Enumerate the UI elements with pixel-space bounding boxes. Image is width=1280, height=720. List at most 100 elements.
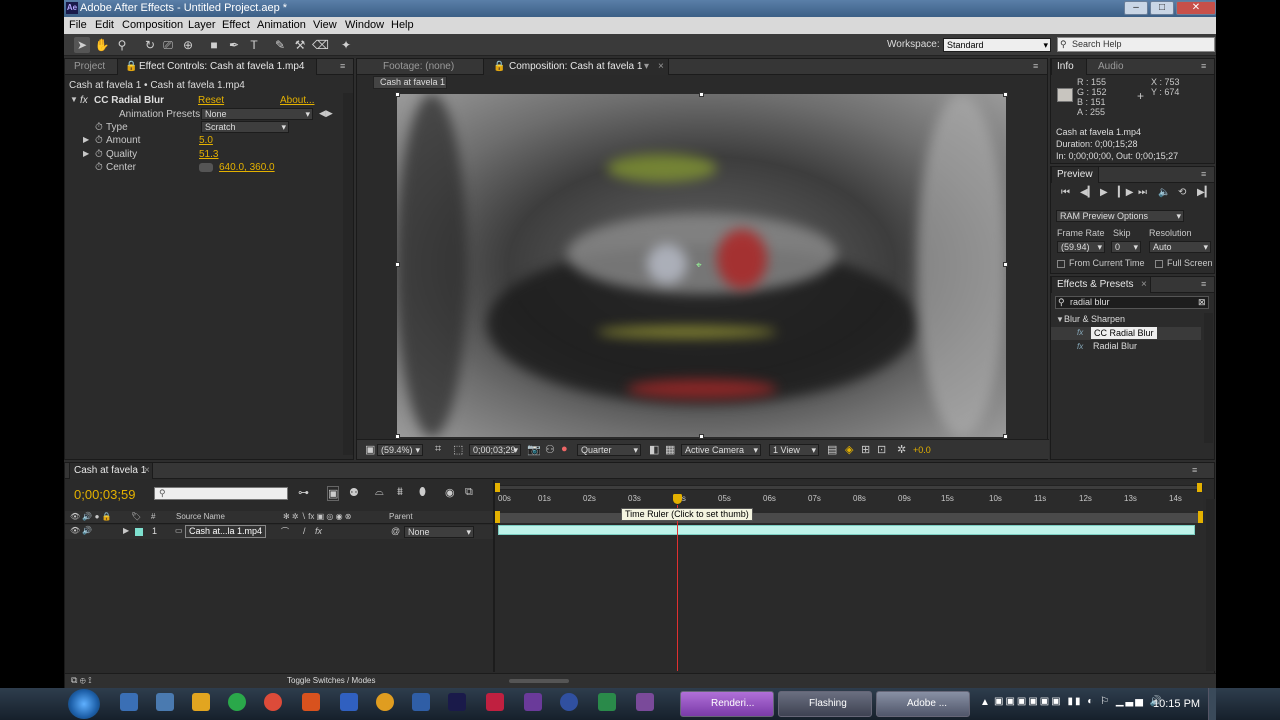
- app-icon[interactable]: [560, 693, 578, 711]
- quality-value[interactable]: 51.3: [199, 149, 218, 160]
- tab-audio[interactable]: Audio: [1098, 61, 1124, 72]
- panel-menu-icon[interactable]: ≡: [340, 61, 345, 71]
- minimize-button[interactable]: –: [1124, 1, 1148, 15]
- tab-composition[interactable]: Composition: Cash at favela 1: [509, 61, 642, 72]
- clear-search-icon[interactable]: ⊠: [1198, 297, 1206, 308]
- menu-file[interactable]: File: [69, 19, 87, 31]
- layer-handle[interactable]: [1003, 92, 1008, 97]
- category-blur-sharpen[interactable]: Blur & Sharpen: [1064, 314, 1125, 324]
- show-desktop-icon[interactable]: [120, 693, 138, 711]
- camera-tool-icon[interactable]: ⎚: [160, 37, 176, 53]
- close-tab-icon[interactable]: ×: [144, 465, 150, 476]
- layer-name[interactable]: Cash at...la 1.mp4: [185, 525, 267, 538]
- tab-info[interactable]: Info: [1057, 61, 1074, 72]
- frame-blending-icon[interactable]: ⌓: [375, 486, 384, 499]
- panel-menu-icon[interactable]: ≡: [1192, 465, 1197, 475]
- start-button[interactable]: [68, 689, 100, 719]
- current-time-display[interactable]: 0;00;03;29: [469, 444, 521, 456]
- menu-edit[interactable]: Edit: [95, 19, 114, 31]
- after-effects-icon[interactable]: [448, 693, 466, 711]
- comp-flowchart-icon[interactable]: ⊞: [861, 443, 870, 456]
- app-icon[interactable]: [598, 693, 616, 711]
- label-color-icon[interactable]: [135, 528, 143, 536]
- app-icon[interactable]: [302, 693, 320, 711]
- timeline-search-input[interactable]: ⚲: [154, 487, 288, 500]
- exposure-value[interactable]: +0.0: [913, 445, 931, 455]
- fx-icon[interactable]: fx: [80, 95, 88, 106]
- selection-tool-icon[interactable]: ➤: [74, 37, 90, 53]
- about-link[interactable]: About...: [280, 95, 314, 106]
- pen-tool-icon[interactable]: ✒: [226, 37, 242, 53]
- menu-effect[interactable]: Effect: [222, 19, 250, 31]
- layer-duration-bar[interactable]: [498, 525, 1195, 535]
- last-frame-icon[interactable]: ⏭: [1138, 187, 1147, 198]
- zoom-slider[interactable]: [509, 679, 569, 683]
- rotate-tool-icon[interactable]: ↻: [142, 37, 158, 53]
- reset-link[interactable]: Reset: [198, 95, 224, 106]
- app-icon[interactable]: [486, 693, 504, 711]
- audio-toggle-icon[interactable]: 🔈: [1158, 187, 1170, 198]
- motion-blur-icon[interactable]: ◈: [845, 443, 853, 456]
- parent-dropdown[interactable]: None: [404, 526, 474, 538]
- expand-layer-icon[interactable]: ▶: [123, 526, 129, 535]
- app-icon[interactable]: [524, 693, 542, 711]
- region-of-interest-icon[interactable]: ⌗: [435, 443, 441, 456]
- resolution-dropdown[interactable]: Auto: [1149, 241, 1211, 253]
- close-tab-icon[interactable]: ×: [1141, 279, 1147, 290]
- media-player-icon[interactable]: [192, 693, 210, 711]
- layer-handle[interactable]: [395, 262, 400, 267]
- maximize-button[interactable]: □: [1150, 1, 1174, 15]
- camera-dropdown[interactable]: Active Camera: [681, 444, 761, 456]
- tab-preview[interactable]: Preview: [1057, 169, 1093, 180]
- shy-switch-icon[interactable]: ⌒: [281, 526, 289, 537]
- tab-project[interactable]: Project: [74, 61, 105, 72]
- puppet-tool-icon[interactable]: ✦: [338, 37, 354, 53]
- expand-effect-icon[interactable]: ▼: [70, 95, 78, 104]
- auto-keyframe-icon[interactable]: ◉: [445, 486, 455, 499]
- visibility-icon[interactable]: 👁 🔊: [70, 526, 92, 535]
- panel-menu-icon[interactable]: ≡: [1201, 61, 1206, 71]
- effect-item-cc-radial-blur[interactable]: CC Radial Blur: [1091, 327, 1157, 339]
- explorer-icon[interactable]: [156, 693, 174, 711]
- effects-search-input[interactable]: ⚲ radial blur ⊠: [1055, 296, 1209, 309]
- zoom-dropdown[interactable]: (59.4%): [377, 444, 423, 456]
- toggle-transparency-icon[interactable]: ▦: [665, 443, 675, 456]
- expand-amount-icon[interactable]: ▶: [83, 135, 89, 144]
- layer-handle[interactable]: [699, 92, 704, 97]
- center-value[interactable]: 640.0, 360.0: [219, 162, 275, 173]
- ram-preview-icon[interactable]: ▶▎: [1197, 187, 1212, 198]
- menu-animation[interactable]: Animation: [257, 19, 306, 31]
- tab-timeline-comp[interactable]: Cash at favela 1: [74, 465, 146, 476]
- motion-blur-toggle-icon[interactable]: ⩩: [397, 486, 403, 499]
- next-frame-icon[interactable]: ▎▶: [1118, 187, 1133, 198]
- tray-icons[interactable]: ▣▣▣▣▣▣ ▮▮ ◐ ⚐ ▁▃▅ 🔊: [994, 696, 1164, 707]
- taskbar-button-adobe[interactable]: Adobe ...: [876, 691, 970, 717]
- expand-quality-icon[interactable]: ▶: [83, 149, 89, 158]
- stopwatch-icon[interactable]: ⏱: [95, 149, 103, 160]
- toggle-switches-modes-button[interactable]: Toggle Switches / Modes: [287, 676, 376, 685]
- scrollbar[interactable]: [1206, 499, 1215, 671]
- stopwatch-icon[interactable]: ⏱: [95, 135, 103, 146]
- frame-rate-dropdown[interactable]: (59.94): [1057, 241, 1105, 253]
- graph-editor-icon[interactable]: ⧉: [465, 486, 473, 499]
- taskbar-button-render[interactable]: Renderi...: [680, 691, 774, 717]
- nav-end-handle[interactable]: [1197, 483, 1202, 492]
- close-button[interactable]: ✕: [1176, 1, 1216, 15]
- work-area-bar[interactable]: [498, 513, 1202, 523]
- amount-value[interactable]: 5.0: [199, 135, 213, 146]
- loop-icon[interactable]: ⟲: [1178, 187, 1186, 198]
- stopwatch-icon[interactable]: ⏱: [95, 122, 103, 133]
- view-layout-dropdown[interactable]: 1 View: [769, 444, 819, 456]
- app-icon[interactable]: [636, 693, 654, 711]
- layer-handle[interactable]: [395, 434, 400, 439]
- close-tab-icon[interactable]: ×: [658, 61, 664, 72]
- nav-start-handle[interactable]: [495, 483, 500, 492]
- ram-preview-options-dropdown[interactable]: RAM Preview Options: [1056, 210, 1184, 222]
- quality-switch-icon[interactable]: /: [303, 526, 306, 536]
- menu-layer[interactable]: Layer: [188, 19, 216, 31]
- stopwatch-icon[interactable]: ⏱: [95, 162, 103, 173]
- brainstorm-icon[interactable]: ⬮: [419, 486, 426, 499]
- type-dropdown[interactable]: Scratch: [201, 121, 289, 133]
- previous-frame-icon[interactable]: ◀▎: [1080, 187, 1095, 198]
- search-help-input[interactable]: ⚲ Search Help: [1057, 37, 1215, 52]
